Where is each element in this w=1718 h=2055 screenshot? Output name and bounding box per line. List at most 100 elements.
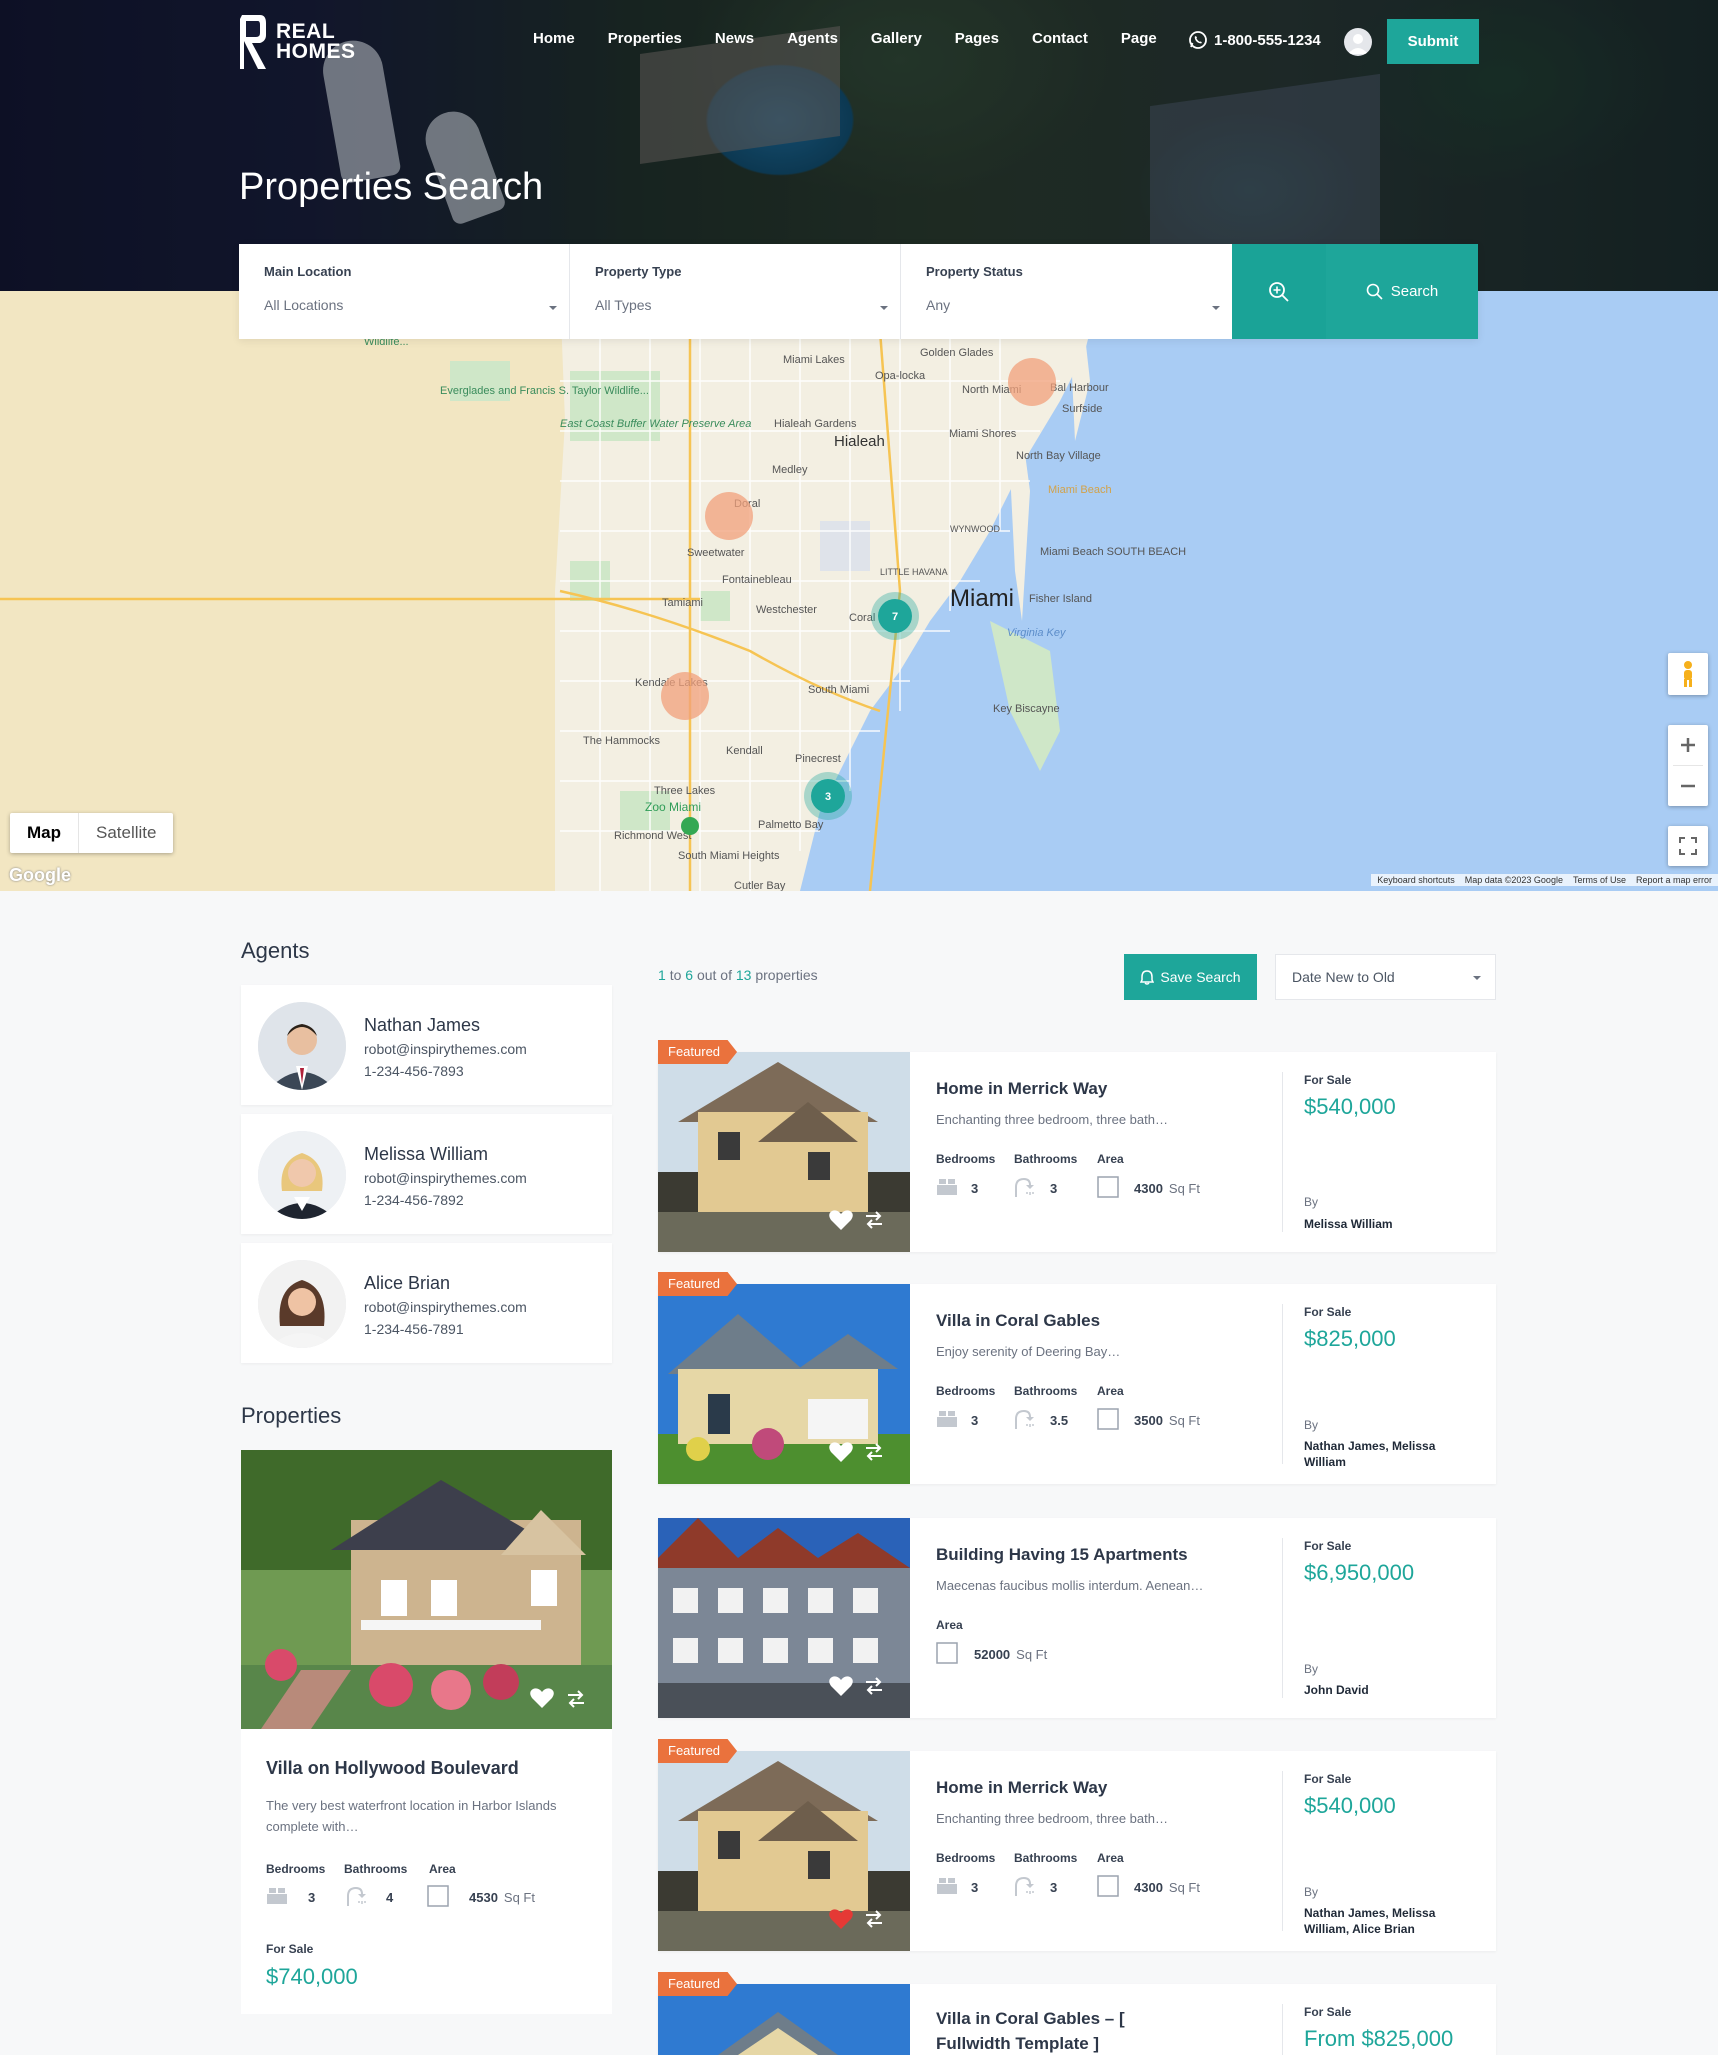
bathrooms-value: 3 xyxy=(1050,1880,1058,1895)
compare-icon[interactable] xyxy=(566,1689,586,1709)
map-label: Miami Lakes xyxy=(783,354,845,366)
zoom-in-button[interactable] xyxy=(1673,726,1703,766)
fullscreen-button[interactable] xyxy=(1668,826,1708,866)
nav-contact[interactable]: Contact xyxy=(1032,30,1088,47)
agent-email[interactable]: robot@inspirythemes.com xyxy=(364,1170,527,1186)
nav-news[interactable]: News xyxy=(715,30,754,47)
agent-email[interactable]: robot@inspirythemes.com xyxy=(364,1299,527,1315)
map-cluster-marker[interactable] xyxy=(1008,358,1056,406)
listing-image[interactable] xyxy=(658,1284,910,1484)
map-label: Opa-locka xyxy=(875,370,926,382)
area-number: 4300 xyxy=(1134,1880,1163,1895)
agent-name[interactable]: Nathan James xyxy=(364,1015,480,1036)
divider xyxy=(1282,2004,1283,2055)
save-search-button[interactable]: Save Search xyxy=(1124,954,1257,1000)
agent-card[interactable]: Alice Brian robot@inspirythemes.com 1-23… xyxy=(241,1243,612,1363)
results-to-word: to xyxy=(669,967,682,983)
map-keyboard-shortcuts-link[interactable]: Keyboard shortcuts xyxy=(1377,875,1455,885)
nav-gallery[interactable]: Gallery xyxy=(871,30,922,47)
agent-email[interactable]: robot@inspirythemes.com xyxy=(364,1041,527,1057)
heart-icon[interactable] xyxy=(529,1687,555,1709)
submit-property-button[interactable]: Submit xyxy=(1387,19,1479,64)
compare-icon[interactable] xyxy=(864,1909,884,1929)
listing-agent[interactable]: Nathan James, Melissa William, Alice Bri… xyxy=(1304,1905,1464,1937)
map-report-error-link[interactable]: Report a map error xyxy=(1636,875,1712,885)
location-select[interactable]: Main Location All Locations xyxy=(239,244,570,339)
listing-agent[interactable]: Nathan James, Melissa William xyxy=(1304,1438,1464,1470)
listing-agent[interactable]: Melissa William xyxy=(1304,1216,1464,1232)
whatsapp-icon xyxy=(1189,31,1207,49)
heart-icon[interactable] xyxy=(828,1675,854,1697)
listing-image[interactable] xyxy=(658,1518,910,1718)
brand-logo[interactable]: REAL HOMES xyxy=(238,13,356,71)
map-label: Hialeah Gardens xyxy=(774,418,857,430)
listing-card: Featured Home in Merrick Way Enchanting … xyxy=(658,1040,1496,1252)
property-status-select[interactable]: Property Status Any xyxy=(901,244,1232,339)
listing-image[interactable] xyxy=(658,1751,910,1951)
nav-properties[interactable]: Properties xyxy=(608,30,682,47)
map-label: Miami Beach xyxy=(1048,484,1112,496)
map-cluster-count: 7 xyxy=(892,611,898,623)
heart-icon[interactable] xyxy=(828,1209,854,1231)
map-label: North Bay Village xyxy=(1016,450,1101,462)
map-type-satellite-button[interactable]: Satellite xyxy=(79,813,173,853)
listing-agent[interactable]: John David xyxy=(1304,1682,1464,1698)
heart-icon[interactable] xyxy=(828,1441,854,1463)
nav-pages[interactable]: Pages xyxy=(955,30,999,47)
sort-select[interactable]: Date New to Old xyxy=(1275,954,1496,1000)
properties-map[interactable]: Golden Glades Miami Lakes Opa-locka Nort… xyxy=(0,291,1718,891)
area-value: 4300 Sq Ft xyxy=(1134,1880,1200,1895)
map-label: Fisher Island xyxy=(1029,593,1092,605)
property-type-select[interactable]: Property Type All Types xyxy=(570,244,901,339)
save-search-label: Save Search xyxy=(1160,969,1241,985)
property-search-form: Main Location All Locations Property Typ… xyxy=(239,244,1478,339)
compare-icon[interactable] xyxy=(864,1210,884,1230)
listing-title[interactable]: Home in Merrick Way xyxy=(936,1775,1196,1800)
location-value: All Locations xyxy=(264,297,344,313)
map-terms-link[interactable]: Terms of Use xyxy=(1573,875,1626,885)
map-cluster-marker[interactable] xyxy=(705,492,753,540)
featured-badge: Featured xyxy=(658,1972,738,1996)
bedrooms-label: Bedrooms xyxy=(936,1384,996,1398)
shower-icon xyxy=(1015,1876,1034,1896)
zoom-out-button[interactable] xyxy=(1679,766,1697,806)
map-label: Golden Glades xyxy=(920,347,994,359)
bedrooms-label: Bedrooms xyxy=(936,1851,996,1865)
nav-page[interactable]: Page xyxy=(1121,30,1157,47)
property-title[interactable]: Villa on Hollywood Boulevard xyxy=(266,1758,519,1779)
nav-agents[interactable]: Agents xyxy=(787,30,838,47)
property-status-label: Property Status xyxy=(926,264,1023,279)
listing-title[interactable]: Home in Merrick Way xyxy=(936,1076,1196,1101)
map-type-map-button[interactable]: Map xyxy=(10,813,79,853)
advanced-search-button[interactable] xyxy=(1232,244,1326,339)
agent-phone[interactable]: 1-234-456-7892 xyxy=(364,1192,464,1208)
agent-card[interactable]: Nathan James robot@inspirythemes.com 1-2… xyxy=(241,985,612,1105)
property-type-label: Property Type xyxy=(595,264,682,279)
agent-phone[interactable]: 1-234-456-7893 xyxy=(364,1063,464,1079)
heart-filled-icon[interactable] xyxy=(828,1908,854,1930)
nav-home[interactable]: Home xyxy=(533,30,575,47)
street-view-pegman-icon[interactable] xyxy=(1668,653,1708,695)
shower-icon xyxy=(1015,1409,1034,1429)
agent-phone[interactable]: 1-234-456-7891 xyxy=(364,1321,464,1337)
listing-title[interactable]: Building Having 15 Apartments xyxy=(936,1542,1256,1567)
listing-title[interactable]: Villa in Coral Gables xyxy=(936,1308,1196,1333)
header-phone-number: 1-800-555-1234 xyxy=(1214,31,1321,49)
area-icon xyxy=(427,1885,449,1907)
search-button[interactable]: Search xyxy=(1326,244,1478,339)
agent-card[interactable]: Melissa William robot@inspirythemes.com … xyxy=(241,1114,612,1234)
listing-image[interactable] xyxy=(658,1052,910,1252)
compare-icon[interactable] xyxy=(864,1442,884,1462)
map-label: Pinecrest xyxy=(795,753,841,765)
compare-icon[interactable] xyxy=(864,1676,884,1696)
map-cluster-marker[interactable] xyxy=(661,672,709,720)
header-phone[interactable]: 1-800-555-1234 xyxy=(1188,30,1321,50)
agent-name[interactable]: Alice Brian xyxy=(364,1273,450,1294)
area-value: 3500 Sq Ft xyxy=(1134,1413,1200,1428)
by-label: By xyxy=(1304,1885,1319,1899)
user-avatar-icon[interactable] xyxy=(1344,28,1372,56)
listing-title[interactable]: Villa in Coral Gables – [ Fullwidth Temp… xyxy=(936,2006,1196,2055)
property-image[interactable] xyxy=(241,1450,612,1729)
featured-property-widget: Villa on Hollywood Boulevard The very be… xyxy=(241,1450,612,2014)
agent-name[interactable]: Melissa William xyxy=(364,1144,488,1165)
